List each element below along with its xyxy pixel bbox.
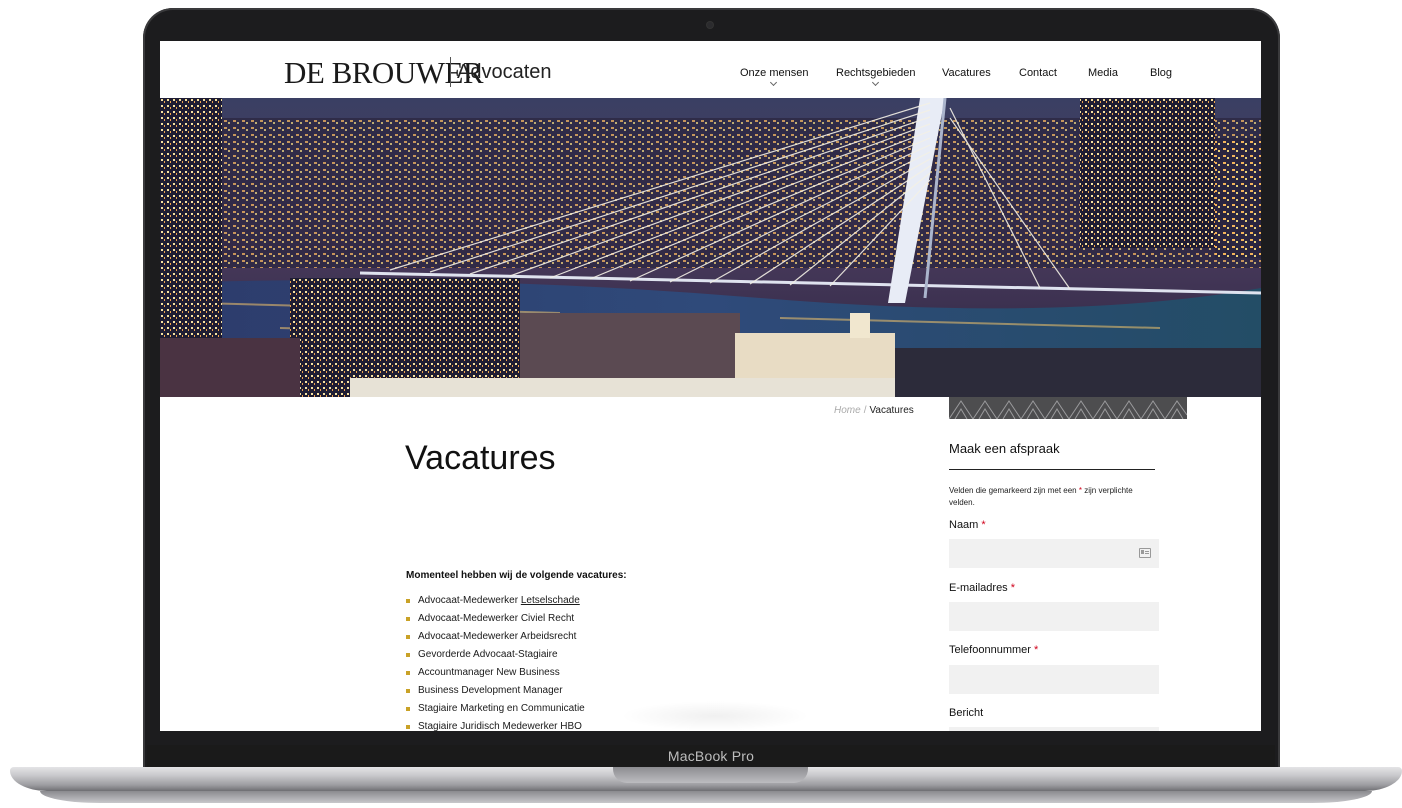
- vacancy-label: Stagiaire Marketing en Communicatie: [418, 703, 585, 714]
- list-item: Accountmanager New Business: [406, 667, 585, 685]
- main-nav: Onze mensen Rechtsgebieden Vacatures Con…: [160, 67, 1261, 97]
- site-header: DE BROUWER Advocaten Onze mensen Rechtsg…: [160, 41, 1261, 98]
- form-divider: [949, 469, 1155, 470]
- list-item: Advocaat-Medewerker Civiel Recht: [406, 613, 585, 631]
- breadcrumb-home-link[interactable]: Home: [834, 405, 861, 416]
- form-title: Maak een afspraak: [949, 441, 1060, 456]
- email-input[interactable]: [949, 602, 1159, 631]
- nav-item-contact[interactable]: Contact: [1019, 67, 1057, 79]
- vacancy-label: Gevorderde Advocaat-Stagiaire: [418, 649, 558, 660]
- nav-item-vacatures[interactable]: Vacatures: [942, 67, 991, 79]
- decorative-pattern: [949, 397, 1187, 419]
- phone-label-text: Telefoonnummer: [949, 644, 1031, 656]
- scroll-shadow: [620, 701, 810, 731]
- name-input[interactable]: [949, 539, 1159, 568]
- nav-item-rechtsgebieden[interactable]: Rechtsgebieden: [836, 67, 916, 87]
- breadcrumb-current: Vacatures: [869, 405, 914, 416]
- name-label-text: Naam: [949, 519, 979, 531]
- device-label: MacBook Pro: [667, 748, 755, 764]
- camera-icon: [707, 22, 713, 28]
- phone-label: Telefoonnummer *: [949, 644, 1038, 656]
- nav-label: Vacatures: [942, 67, 991, 79]
- list-item: Stagiaire Marketing en Communicatie: [406, 703, 585, 721]
- nav-label: Rechtsgebieden: [836, 67, 916, 79]
- nav-label: Contact: [1019, 67, 1057, 79]
- nav-item-media[interactable]: Media: [1088, 67, 1118, 79]
- required-fields-note: Velden die gemarkeerd zijn met een * zij…: [949, 485, 1149, 509]
- vacancy-link-letselschade[interactable]: Letselschade: [521, 595, 580, 606]
- required-marker: *: [1010, 582, 1016, 594]
- required-marker: *: [1078, 486, 1082, 495]
- list-item: Business Development Manager: [406, 685, 585, 703]
- nav-label: Onze mensen: [740, 67, 809, 79]
- required-marker: *: [981, 519, 986, 531]
- email-label: E-mailadres *: [949, 582, 1015, 594]
- hero-image: [160, 98, 1261, 397]
- message-textarea[interactable]: [949, 727, 1159, 731]
- vacancy-label: Advocaat-Medewerker: [418, 595, 519, 606]
- list-item: Stagiaire Juridisch Medewerker HBO: [406, 721, 585, 731]
- breadcrumb-separator: /: [863, 405, 867, 416]
- browser-viewport: DE BROUWER Advocaten Onze mensen Rechtsg…: [160, 41, 1261, 731]
- chevron-down-icon: [770, 78, 778, 87]
- laptop-base-bottom: [40, 791, 1372, 803]
- nav-item-onze-mensen[interactable]: Onze mensen: [740, 67, 809, 87]
- vacancy-list: Advocaat-Medewerker Letselschade Advocaa…: [406, 595, 585, 731]
- message-label: Bericht: [949, 707, 984, 719]
- required-marker: *: [1034, 644, 1039, 656]
- name-label: Naam *: [949, 519, 986, 531]
- vacancies-intro: Momenteel hebben wij de volgende vacatur…: [406, 570, 627, 581]
- chevron-down-icon: [871, 78, 879, 87]
- email-label-text: E-mailadres: [949, 582, 1008, 594]
- list-item: Advocaat-Medewerker Arbeidsrecht: [406, 631, 585, 649]
- vacancy-label: Advocaat-Medewerker Civiel Recht: [418, 613, 575, 624]
- list-item: Gevorderde Advocaat-Stagiaire: [406, 649, 585, 667]
- vacancy-label: Business Development Manager: [418, 685, 563, 696]
- list-item: Advocaat-Medewerker Letselschade: [406, 595, 585, 613]
- nav-label: Media: [1088, 67, 1118, 79]
- vacancy-label: Stagiaire Juridisch Medewerker HBO: [418, 721, 582, 731]
- contact-card-icon: [1139, 548, 1151, 558]
- breadcrumb: Home / Vacatures: [834, 405, 914, 416]
- laptop-notch: [613, 767, 808, 783]
- page-title: Vacatures: [405, 439, 556, 477]
- vacancy-label: Advocaat-Medewerker Arbeidsrecht: [418, 631, 577, 642]
- nav-label: Blog: [1150, 67, 1173, 79]
- note-text: Velden die gemarkeerd zijn met een: [949, 486, 1077, 495]
- phone-input[interactable]: [949, 665, 1159, 694]
- nav-item-blog[interactable]: Blog: [1150, 67, 1172, 79]
- vacancy-label: Accountmanager New Business: [418, 667, 560, 678]
